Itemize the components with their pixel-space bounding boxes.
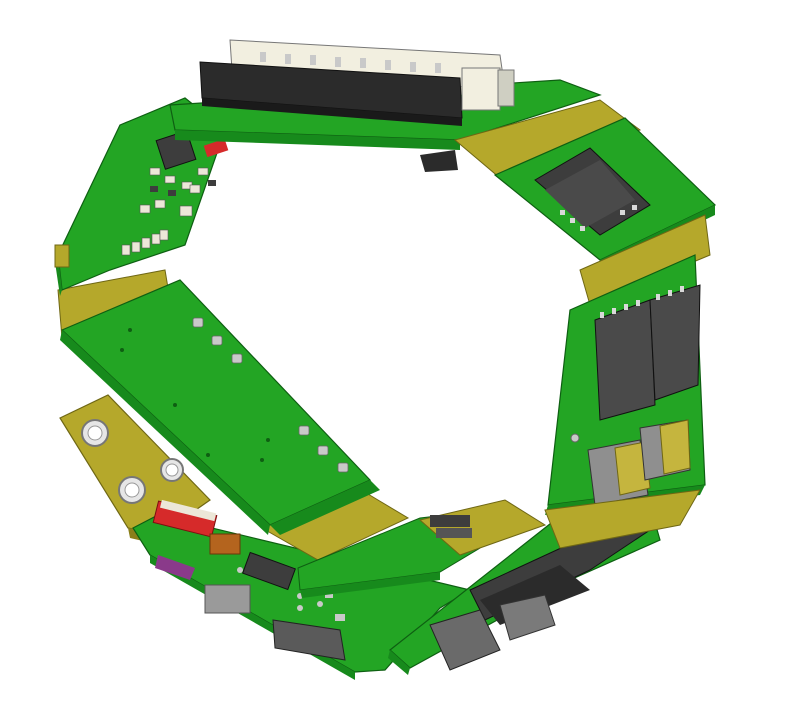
right-pcb-board [545,254,706,515]
pcb-ring-render [54,39,717,680]
ic-chip-icon [649,284,701,401]
smd-capacitor-icon [209,533,241,555]
